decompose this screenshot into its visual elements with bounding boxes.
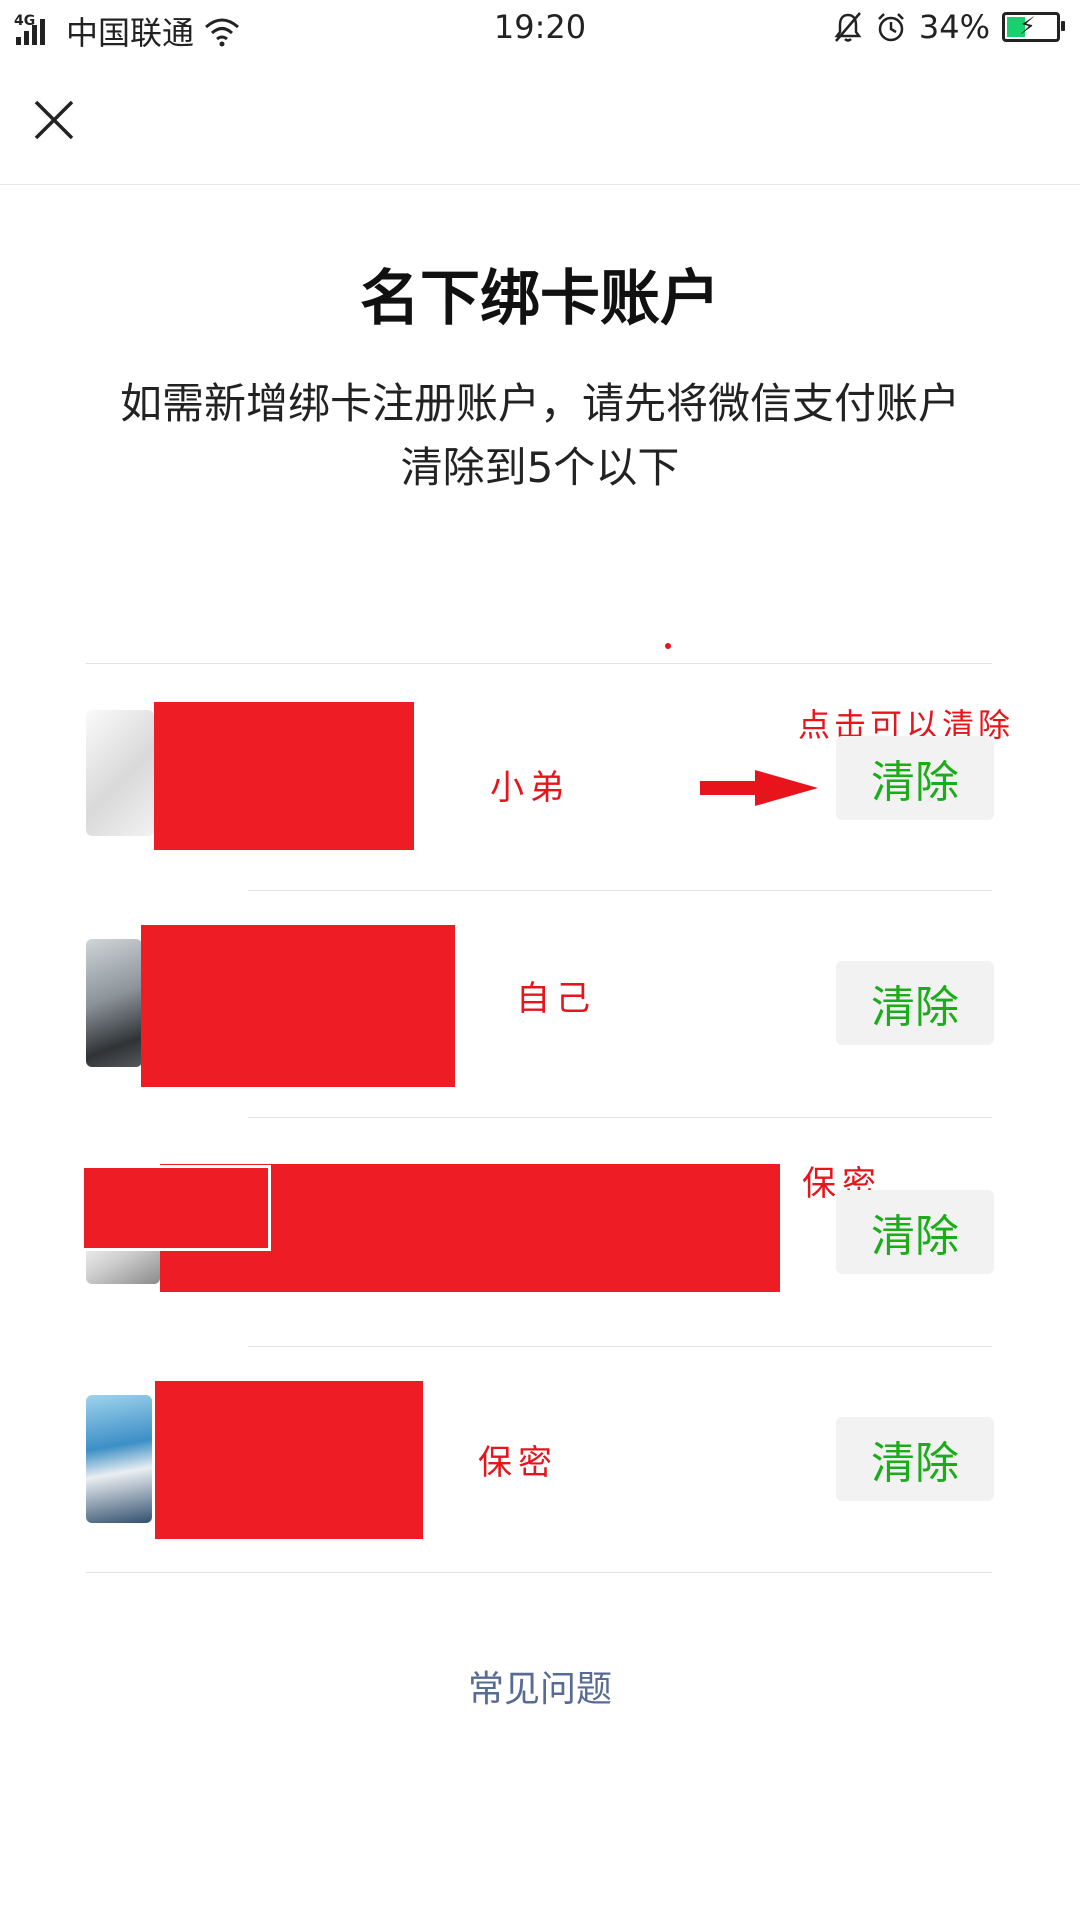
status-bar: 4G 中国联通 19:20 34% ⚡ [0,0,1080,58]
clear-button[interactable]: 清除 [836,736,994,820]
avatar [86,1395,152,1523]
account-row: 保密 清除 [0,1118,1080,1346]
status-right: 34% ⚡ [833,8,1065,46]
redacted-avatar [84,1168,268,1248]
alarm-icon [877,13,904,42]
account-note: 自己 [516,979,596,1019]
clear-button-label: 清除 [871,982,959,1033]
account-note: 保密 [478,1443,558,1483]
account-note: 小弟 [490,768,570,808]
avatar [86,710,154,836]
faq-link[interactable]: 常见问题 [0,1660,1080,1712]
redacted-name [141,925,455,1087]
redacted-name [154,702,414,850]
page-title: 名下绑卡账户 [360,264,720,334]
annotation-dot [665,643,671,649]
clear-button[interactable]: 清除 [836,961,994,1045]
page: 4G 中国联通 19:20 34% ⚡ 名下绑卡账户 如需新增绑卡注册账户，请先… [0,0,1080,1920]
battery-icon: ⚡ [1002,12,1065,42]
clear-button-label: 清除 [871,757,959,808]
account-row: 保密 清除 [0,1347,1080,1573]
nav-bar [0,58,1080,185]
list-bottom-divider [86,1572,992,1573]
clear-button-label: 清除 [871,1211,959,1262]
page-description: 如需新增绑卡注册账户，请先将微信支付账户清除到5个以下 [119,379,960,492]
battery-percent: 34% [918,8,990,46]
redacted-name [155,1381,423,1539]
clear-button[interactable]: 清除 [836,1190,994,1274]
clear-button-label: 清除 [871,1438,959,1489]
close-icon[interactable] [32,98,76,142]
right-arrow-icon [700,770,818,806]
account-row: 自己 清除 [0,891,1080,1117]
account-row: 小弟 点击可以清除 清除 [0,664,1080,890]
bell-mute-icon [834,12,862,42]
avatar [86,939,142,1067]
clear-button[interactable]: 清除 [836,1417,994,1501]
